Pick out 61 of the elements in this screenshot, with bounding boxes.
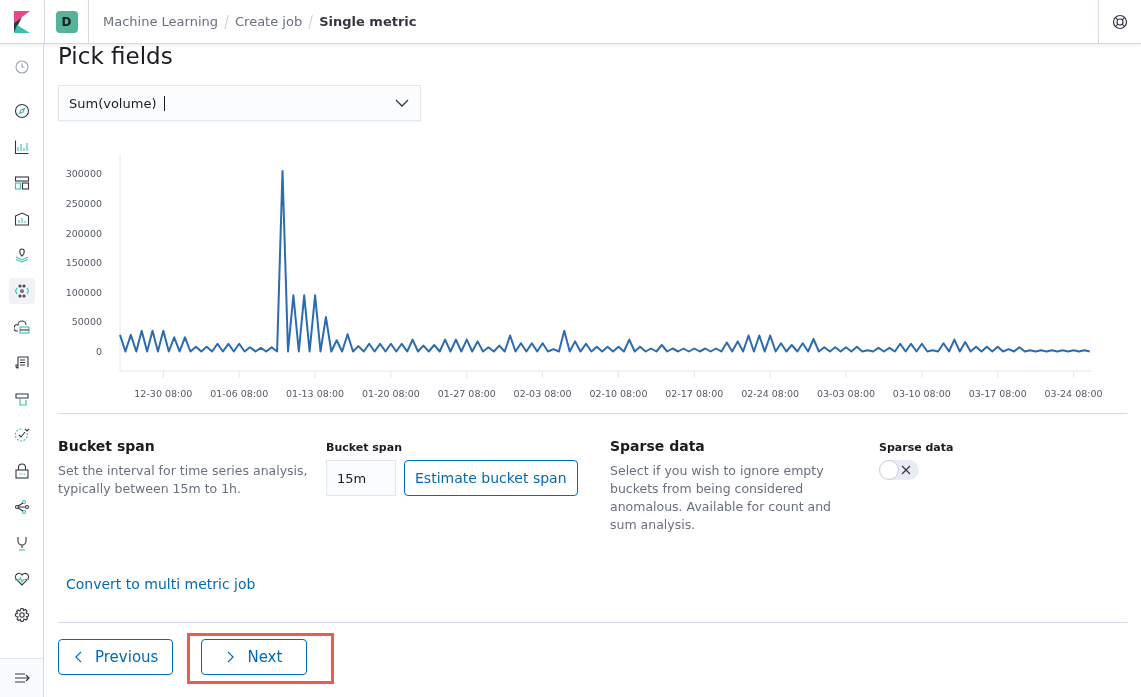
dots-icon [13, 283, 30, 299]
easel-icon [13, 211, 30, 227]
breadcrumb[interactable]: Create job [235, 14, 303, 29]
x-tick-label: 12-30 08:00 [134, 388, 193, 399]
estimate-button[interactable]: Estimate bucket span [404, 460, 578, 496]
x-tick-label: 03-17 08:00 [968, 388, 1027, 399]
map-pin-icon [13, 247, 30, 263]
field-label: Bucket span [326, 441, 403, 454]
section-description: Select if you wish to ignore empty buckets from being considered anomalous. Available for count and sum analysis. [610, 462, 833, 534]
breadcrumb[interactable]: Machine Learning [103, 14, 218, 29]
compass-icon [13, 103, 30, 119]
field-label: Sparse data [879, 441, 954, 454]
x-tick-label: 01-20 08:00 [361, 388, 420, 399]
x-tick-label: 01-13 08:00 [286, 388, 345, 399]
x-tick-label: 03-10 08:00 [892, 388, 951, 399]
page-title: Pick fields [58, 44, 174, 68]
bar-chart-icon [13, 139, 30, 155]
section-title: Bucket span [58, 438, 156, 454]
x-tick-label: 01-06 08:00 [210, 388, 269, 399]
chevron-down-icon [395, 99, 409, 107]
section-description: Set the interval for time series analysis, typically between 15m to 1h. [58, 462, 309, 498]
y-tick-label: 150000 [65, 257, 102, 269]
convert-link[interactable]: Convert to multi metric job [66, 576, 256, 592]
x-tick-label: 02-03 08:00 [513, 388, 572, 399]
field-select[interactable]: Sum(volume) [58, 85, 421, 121]
help-icon[interactable] [1112, 13, 1128, 30]
settings-icon [13, 607, 30, 623]
x-tick-label: 03-24 08:00 [1044, 388, 1103, 399]
breadcrumb: Single metric [319, 14, 417, 29]
x-tick-label: 03-03 08:00 [817, 388, 876, 399]
logo-icon[interactable] [14, 10, 30, 33]
clock-icon [13, 59, 30, 75]
x-tick-label: 02-24 08:00 [741, 388, 800, 399]
y-tick-label: 250000 [65, 198, 102, 210]
y-tick-label: 0 [95, 345, 102, 357]
network-icon [13, 499, 30, 515]
toggle-switch[interactable] [879, 460, 919, 480]
y-tick-label: 100000 [65, 286, 102, 298]
lock-icon [13, 463, 30, 479]
dashboard-icon [13, 175, 30, 191]
y-tick-label: 200000 [65, 227, 102, 239]
tray-icon [13, 391, 30, 407]
scroll-icon [13, 355, 30, 371]
bucket-span-field[interactable]: 15m [326, 460, 396, 496]
section-title: Sparse data [610, 438, 706, 454]
x-tick-label: 01-27 08:00 [437, 388, 496, 399]
heartbeat-icon [13, 571, 30, 587]
check-circle-icon [13, 427, 30, 443]
x-tick-label: 02-10 08:00 [589, 388, 648, 399]
x-tick-label: 02-17 08:00 [665, 388, 724, 399]
y-tick-label: 50000 [71, 316, 102, 328]
nav-button[interactable]: Next [201, 639, 308, 675]
sidebar-item[interactable] [8, 278, 35, 304]
collapse-icon[interactable] [13, 672, 30, 684]
nav-button[interactable]: Previous [58, 639, 174, 675]
space-avatar[interactable]: D [55, 10, 78, 33]
chevron-right-icon [227, 651, 235, 663]
y-tick-label: 300000 [65, 168, 102, 180]
cloud-icon [13, 319, 30, 335]
chevron-left-icon [75, 651, 82, 663]
cross-icon [901, 465, 911, 475]
